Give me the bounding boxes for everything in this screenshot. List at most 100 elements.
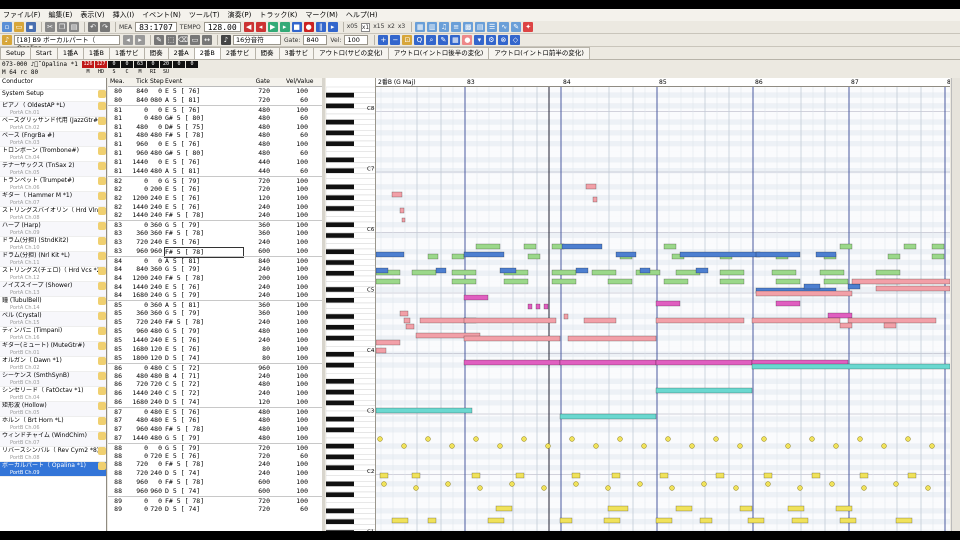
event-row[interactable]: 89 0 0 F# 5 [ 78] 720 100	[108, 495, 322, 505]
save-icon[interactable]: ▪	[26, 22, 36, 32]
piano-roll-grid[interactable]	[376, 78, 950, 531]
note[interactable]	[571, 472, 581, 479]
piano-roll[interactable]: 2番B (G Maj) 83 84 85 86 87 88	[376, 78, 950, 531]
black-key[interactable]	[326, 379, 354, 384]
event-row[interactable]: 81 1440 0 E 5 [ 76] 440 100	[108, 158, 322, 167]
note[interactable]	[543, 303, 549, 310]
white-key[interactable]	[326, 329, 376, 336]
marquee-icon[interactable]: ▭	[190, 35, 200, 45]
black-key[interactable]	[326, 271, 354, 276]
black-key[interactable]	[326, 427, 354, 433]
event-row[interactable]: 88 720 240 D 5 [ 74] 240 100	[108, 469, 322, 478]
note[interactable]	[695, 267, 709, 274]
white-key[interactable]	[326, 373, 376, 379]
event-column-header[interactable]: Tick	[126, 78, 148, 85]
white-key[interactable]	[326, 356, 376, 363]
track-row[interactable]: ドラム(分担) (Nrl Kit *L) PortA Ch.11	[0, 252, 106, 267]
event-row[interactable]: 88 0 720 E 5 [ 76] 720 60	[108, 452, 322, 461]
note[interactable]	[903, 243, 917, 250]
event-row[interactable]: 81 480 0 D# 5 [ 75] 480 100	[108, 123, 322, 132]
drum-hit[interactable]	[641, 443, 647, 449]
drum-hit[interactable]	[785, 443, 791, 449]
track-row[interactable]: 鐘 (TubulBell) PortA Ch.14	[0, 297, 106, 312]
track-row[interactable]: 矩形波 (Hollow) PortB Ch.05	[0, 402, 106, 417]
white-key[interactable]	[326, 151, 376, 158]
section-marker[interactable]: 2番B (G Maj)	[378, 78, 416, 87]
menu-item[interactable]: ファイル(F)	[3, 10, 41, 20]
event-row[interactable]: 80 840 0 E 5 [ 76] 720 100	[108, 87, 322, 96]
event-column-header[interactable]: Vel/Value	[286, 78, 314, 85]
note[interactable]	[655, 300, 681, 307]
note[interactable]	[399, 310, 409, 317]
drum-hit[interactable]	[797, 485, 803, 491]
white-key[interactable]	[326, 459, 376, 466]
undo-icon[interactable]: ↶	[88, 22, 98, 32]
note[interactable]	[791, 517, 809, 524]
note[interactable]	[775, 278, 801, 285]
white-key[interactable]	[326, 513, 376, 520]
track-row[interactable]: ベース (FngrBa #) PortA Ch.03	[0, 132, 106, 147]
track-lock-icon[interactable]	[98, 90, 106, 98]
white-key[interactable]	[326, 421, 376, 428]
black-key[interactable]	[326, 492, 354, 497]
event-row[interactable]: 88 720 0 F# 5 [ 78] 240 100	[108, 460, 322, 469]
event-row[interactable]: 83 720 240 E 5 [ 76] 240 100	[108, 238, 322, 247]
note[interactable]	[391, 517, 409, 524]
eraser-icon[interactable]: ⌫	[178, 35, 188, 45]
gate-input[interactable]: 840	[303, 35, 328, 45]
note[interactable]	[887, 253, 901, 260]
note[interactable]	[523, 243, 537, 250]
black-key[interactable]	[326, 481, 354, 487]
view-wave-icon[interactable]: ∿	[499, 22, 510, 32]
note[interactable]	[787, 505, 805, 512]
note[interactable]	[551, 269, 577, 276]
track-lock-icon[interactable]	[98, 342, 106, 350]
marker-tab[interactable]: 3番サビ	[278, 47, 315, 59]
quantize-icon[interactable]: Q	[414, 35, 425, 45]
black-key[interactable]	[326, 92, 354, 98]
track-row[interactable]: ウィンドチャイム (WindChim) PortB Ch.07	[0, 432, 106, 447]
note[interactable]	[655, 387, 753, 394]
white-key[interactable]	[326, 210, 376, 217]
marker-tab[interactable]: アウトロ(イントロ後半の変化)	[387, 47, 490, 59]
black-key[interactable]	[326, 119, 354, 125]
note[interactable]	[751, 317, 841, 324]
view-piano-icon[interactable]: ▥	[427, 22, 438, 32]
track-row[interactable]: トランペット (Trumpet#) PortA Ch.06	[0, 177, 106, 192]
drum-hit[interactable]	[477, 485, 483, 491]
view-track-icon[interactable]: ▦	[415, 22, 426, 32]
redo-icon[interactable]: ↷	[100, 22, 110, 32]
drum-hit[interactable]	[905, 436, 911, 442]
note[interactable]	[679, 251, 761, 258]
track-lock-icon[interactable]	[98, 312, 106, 320]
white-key[interactable]	[326, 243, 376, 250]
settings-icon[interactable]: ⚙	[486, 35, 497, 45]
note[interactable]	[515, 472, 525, 479]
note[interactable]	[551, 278, 577, 285]
note[interactable]	[655, 359, 753, 366]
black-key[interactable]	[326, 454, 354, 460]
black-key[interactable]	[326, 168, 354, 173]
event-row[interactable]: 86 1680 240 D 5 [ 74] 120 100	[108, 398, 322, 407]
black-key[interactable]	[326, 298, 354, 303]
drum-hit[interactable]	[689, 443, 695, 449]
event-row[interactable]: 81 960 480 G# 5 [ 80] 480 60	[108, 149, 322, 158]
view-event-icon[interactable]: ≡	[451, 22, 462, 32]
track-lock-icon[interactable]	[98, 207, 106, 215]
marker-tab[interactable]: アウトロ(イントロ前半の変化)	[488, 47, 590, 59]
speed-button[interactable]: x15	[373, 23, 384, 32]
note[interactable]	[471, 472, 481, 479]
white-key[interactable]	[326, 475, 376, 482]
track-lock-icon[interactable]	[98, 132, 106, 140]
note[interactable]	[411, 269, 437, 276]
event-row[interactable]: 89 0 720 D 5 [ 74] 720 60	[108, 505, 322, 514]
track-lock-icon[interactable]	[98, 252, 106, 260]
black-key[interactable]	[326, 530, 354, 531]
note[interactable]	[639, 267, 651, 274]
track-row[interactable]: リバースシンバル（ Rev Cym2 *8) PortB Ch.08	[0, 447, 106, 462]
event-row[interactable]: 87 480 480 E 5 [ 76] 480 100	[108, 416, 322, 425]
drum-hit[interactable]	[509, 481, 515, 487]
note[interactable]	[463, 251, 505, 258]
note[interactable]	[607, 505, 629, 512]
black-key[interactable]	[326, 400, 354, 406]
